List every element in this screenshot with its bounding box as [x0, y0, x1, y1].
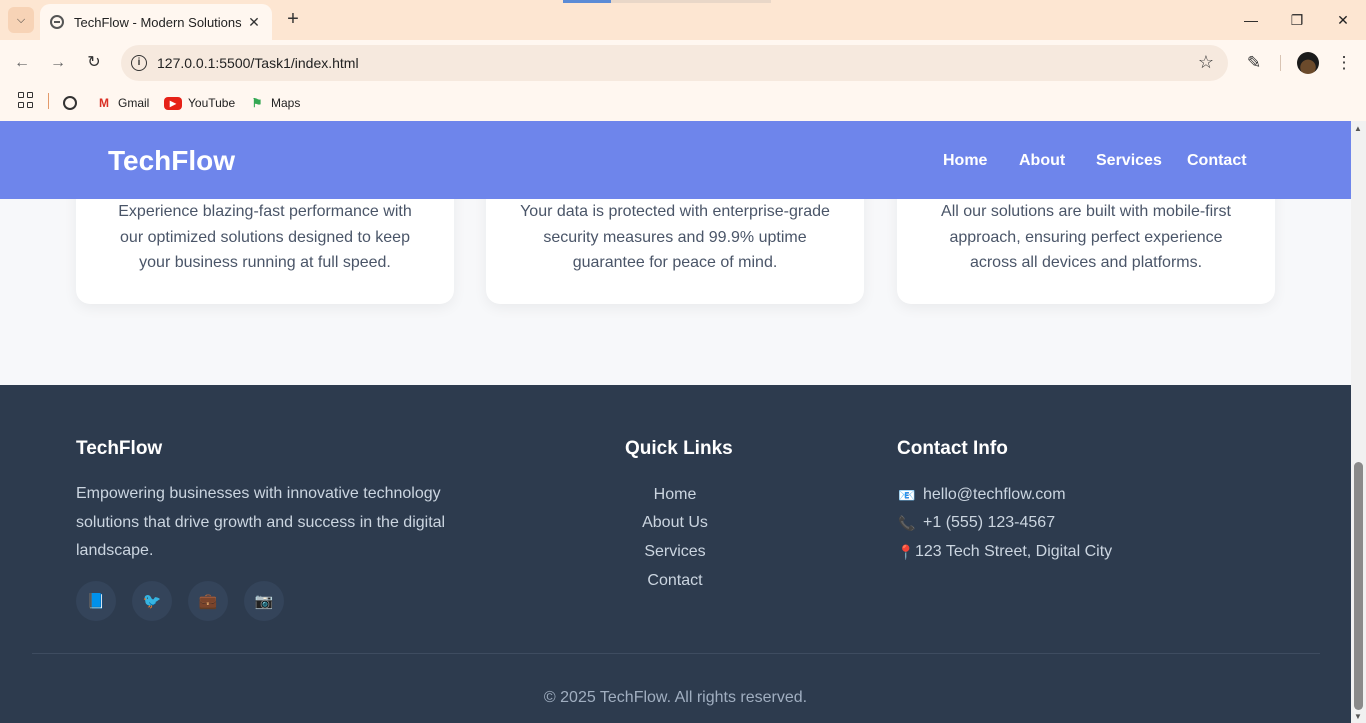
instagram-icon[interactable]: 📷: [244, 581, 284, 621]
extensions-icon[interactable]: ✎: [1244, 53, 1264, 73]
contact-address-text: 123 Tech Street, Digital City: [915, 543, 1113, 560]
new-tab-icon[interactable]: +: [283, 9, 303, 29]
footer-brand: TechFlow: [76, 438, 163, 459]
minimize-icon[interactable]: —: [1241, 10, 1261, 30]
site-logo[interactable]: TechFlow: [108, 145, 235, 177]
globe-icon: [50, 15, 64, 29]
contact-info-heading: Contact Info: [897, 438, 1008, 459]
youtube-icon: ▶: [164, 96, 182, 110]
bookmark-globe[interactable]: [63, 92, 83, 114]
footer-link-contact[interactable]: Contact: [575, 572, 775, 590]
address-url[interactable]: 127.0.0.1:5500/Task1/index.html: [157, 55, 359, 71]
bookmark-gmail[interactable]: M Gmail: [96, 92, 149, 114]
footer-link-services[interactable]: Services: [575, 543, 775, 561]
browser-toolbar: ← → ↻ i 127.0.0.1:5500/Task1/index.html …: [0, 40, 1366, 86]
toolbar-divider: [1280, 55, 1281, 71]
scroll-down-icon[interactable]: ▼: [1354, 712, 1362, 721]
menu-dots-icon[interactable]: ⋮: [1334, 53, 1354, 73]
globe-icon: [63, 96, 77, 110]
browser-tab-bar: ⌵ TechFlow - Modern Solutions ✕ + — ❐ ✕: [0, 0, 1366, 40]
bookmarks-divider: [48, 93, 49, 109]
bookmark-label: Gmail: [118, 96, 150, 110]
nav-home[interactable]: Home: [943, 152, 987, 170]
bookmark-youtube[interactable]: ▶ YouTube: [164, 92, 235, 114]
close-tab-icon[interactable]: ✕: [246, 14, 262, 30]
browser-tab-active[interactable]: TechFlow - Modern Solutions ✕: [40, 4, 272, 40]
feature-card-text: All our solutions are built with mobile-…: [941, 203, 1231, 271]
nav-about[interactable]: About: [1019, 152, 1065, 170]
contact-email-text: hello@techflow.com: [923, 486, 1066, 503]
contact-email: 📧 hello@techflow.com: [897, 486, 1066, 504]
bookmark-maps[interactable]: ⚑ Maps: [249, 92, 301, 114]
forward-arrow-icon[interactable]: →: [48, 53, 68, 73]
bookmark-star-icon[interactable]: ☆: [1198, 52, 1214, 73]
scrollbar-thumb[interactable]: [1354, 462, 1363, 710]
copyright-text: © 2025 TechFlow. All rights reserved.: [543, 689, 808, 706]
address-bar[interactable]: i 127.0.0.1:5500/Task1/index.html ☆: [121, 45, 1228, 81]
gmail-icon: M: [99, 96, 109, 110]
quick-links-heading: Quick Links: [625, 438, 733, 459]
site-header: TechFlow Home About Services Contact: [0, 121, 1351, 199]
close-window-icon[interactable]: ✕: [1333, 10, 1353, 30]
back-arrow-icon[interactable]: ←: [12, 53, 32, 73]
bookmark-label: Maps: [271, 96, 301, 110]
footer-link-about[interactable]: About Us: [575, 514, 775, 532]
tab-title: TechFlow - Modern Solutions: [74, 14, 242, 30]
reload-icon[interactable]: ↻: [84, 53, 104, 73]
site-footer: TechFlow Empowering businesses with inno…: [0, 385, 1351, 723]
bookmarks-bar: M Gmail ▶ YouTube ⚑ Maps: [0, 86, 1366, 121]
maps-icon: ⚑: [251, 96, 263, 110]
contact-phone-text: +1 (555) 123-4567: [923, 514, 1056, 531]
page-scrollbar[interactable]: ▲ ▼: [1351, 121, 1366, 723]
contact-address: 📍 123 Tech Street, Digital City: [897, 543, 1112, 561]
envelope-icon: 📧: [898, 486, 916, 503]
pin-icon: 📍: [897, 543, 915, 560]
twitter-icon[interactable]: 🐦: [132, 581, 172, 621]
site-info-icon[interactable]: i: [131, 55, 147, 71]
bookmark-label: YouTube: [188, 96, 236, 110]
tab-strip-indicator: [563, 0, 611, 3]
profile-avatar[interactable]: [1297, 52, 1319, 74]
nav-services[interactable]: Services: [1096, 152, 1162, 170]
page-viewport: TechFlow Home About Services Contact Exp…: [0, 121, 1351, 723]
apps-grid-icon[interactable]: [18, 92, 34, 108]
feature-card-text: Experience blazing-fast performance with…: [118, 203, 412, 271]
nav-contact[interactable]: Contact: [1187, 152, 1247, 170]
footer-link-home[interactable]: Home: [575, 486, 775, 504]
restore-icon[interactable]: ❐: [1287, 10, 1307, 30]
tab-search-chevron-icon[interactable]: ⌵: [8, 7, 34, 33]
tab-strip-track: [611, 0, 771, 3]
linkedin-icon[interactable]: 💼: [188, 581, 228, 621]
footer-divider: [32, 653, 1320, 654]
feature-card-text: Your data is protected with enterprise-g…: [520, 203, 830, 271]
scroll-up-icon[interactable]: ▲: [1354, 124, 1362, 133]
footer-description: Empowering businesses with innovative te…: [76, 485, 446, 559]
contact-phone: 📞 +1 (555) 123-4567: [897, 514, 1055, 532]
phone-icon: 📞: [898, 514, 916, 531]
facebook-icon[interactable]: 📘: [76, 581, 116, 621]
